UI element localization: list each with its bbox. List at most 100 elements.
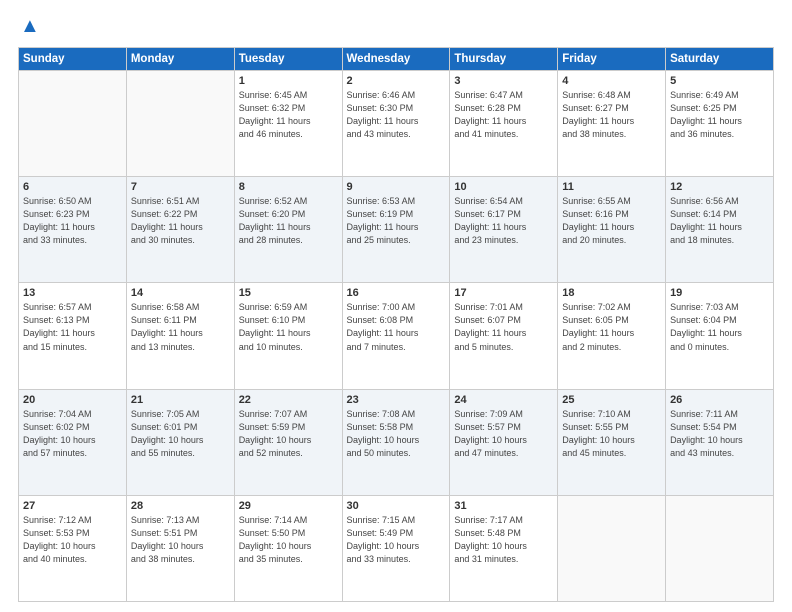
day-detail: Sunrise: 6:51 AM Sunset: 6:22 PM Dayligh…: [131, 195, 230, 247]
calendar-cell: 10 Sunrise: 6:54 AM Sunset: 6:17 PM Dayli…: [450, 177, 558, 283]
calendar-cell: [666, 495, 774, 601]
day-number: 29: [239, 500, 338, 512]
calendar-cell: 23 Sunrise: 7:08 AM Sunset: 5:58 PM Dayli…: [342, 389, 450, 495]
day-number: 27: [23, 500, 122, 512]
day-number: 8: [239, 181, 338, 193]
day-number: 26: [670, 394, 769, 406]
calendar-cell: 19 Sunrise: 7:03 AM Sunset: 6:04 PM Dayli…: [666, 283, 774, 389]
weekday-header: Thursday: [450, 48, 558, 71]
calendar-cell: 28Sunrise: 7:13 AM Sunset: 5:51 PM Dayli…: [126, 495, 234, 601]
day-detail: Sunrise: 7:03 AM Sunset: 6:04 PM Dayligh…: [670, 301, 769, 353]
day-detail: Sunrise: 7:09 AM Sunset: 5:57 PM Dayligh…: [454, 408, 553, 460]
day-detail: Sunrise: 7:01 AM Sunset: 6:07 PM Dayligh…: [454, 301, 553, 353]
calendar-cell: 7 Sunrise: 6:51 AM Sunset: 6:22 PM Daylig…: [126, 177, 234, 283]
calendar-cell: [19, 71, 127, 177]
day-detail: Sunrise: 6:48 AM Sunset: 6:27 PM Dayligh…: [562, 89, 661, 141]
weekday-header: Wednesday: [342, 48, 450, 71]
calendar-week-row: 13 Sunrise: 6:57 AM Sunset: 6:13 PM Dayli…: [19, 283, 774, 389]
day-detail: Sunrise: 7:07 AM Sunset: 5:59 PM Dayligh…: [239, 408, 338, 460]
day-detail: Sunrise: 6:52 AM Sunset: 6:20 PM Dayligh…: [239, 195, 338, 247]
calendar-cell: 26 Sunrise: 7:11 AM Sunset: 5:54 PM Dayli…: [666, 389, 774, 495]
calendar-cell: 20Sunrise: 7:04 AM Sunset: 6:02 PM Dayli…: [19, 389, 127, 495]
calendar-cell: 5 Sunrise: 6:49 AM Sunset: 6:25 PM Daylig…: [666, 71, 774, 177]
day-number: 2: [347, 75, 446, 87]
day-number: 3: [454, 75, 553, 87]
day-number: 24: [454, 394, 553, 406]
day-number: 19: [670, 287, 769, 299]
day-number: 9: [347, 181, 446, 193]
calendar-cell: 12 Sunrise: 6:56 AM Sunset: 6:14 PM Dayli…: [666, 177, 774, 283]
day-number: 10: [454, 181, 553, 193]
day-number: 4: [562, 75, 661, 87]
calendar-cell: 29 Sunrise: 7:14 AM Sunset: 5:50 PM Dayli…: [234, 495, 342, 601]
day-detail: Sunrise: 6:56 AM Sunset: 6:14 PM Dayligh…: [670, 195, 769, 247]
day-number: 13: [23, 287, 122, 299]
day-detail: Sunrise: 7:14 AM Sunset: 5:50 PM Dayligh…: [239, 514, 338, 566]
day-detail: Sunrise: 6:55 AM Sunset: 6:16 PM Dayligh…: [562, 195, 661, 247]
day-number: 7: [131, 181, 230, 193]
calendar-cell: 9Sunrise: 6:53 AM Sunset: 6:19 PM Daylig…: [342, 177, 450, 283]
day-number: 31: [454, 500, 553, 512]
page: ▲ SundayMondayTuesdayWednesdayThursdayFr…: [0, 0, 792, 612]
calendar-cell: 17 Sunrise: 7:01 AM Sunset: 6:07 PM Dayli…: [450, 283, 558, 389]
calendar-cell: 27 Sunrise: 7:12 AM Sunset: 5:53 PM Dayli…: [19, 495, 127, 601]
day-detail: Sunrise: 6:58 AM Sunset: 6:11 PM Dayligh…: [131, 301, 230, 353]
calendar-week-row: 1Sunrise: 6:45 AM Sunset: 6:32 PM Daylig…: [19, 71, 774, 177]
day-number: 21: [131, 394, 230, 406]
calendar-week-row: 27 Sunrise: 7:12 AM Sunset: 5:53 PM Dayli…: [19, 495, 774, 601]
day-number: 18: [562, 287, 661, 299]
day-number: 6: [23, 181, 122, 193]
calendar-cell: 1Sunrise: 6:45 AM Sunset: 6:32 PM Daylig…: [234, 71, 342, 177]
day-number: 12: [670, 181, 769, 193]
day-number: 11: [562, 181, 661, 193]
weekday-header: Friday: [558, 48, 666, 71]
day-number: 16: [347, 287, 446, 299]
calendar-cell: 15 Sunrise: 6:59 AM Sunset: 6:10 PM Dayli…: [234, 283, 342, 389]
calendar-cell: 30 Sunrise: 7:15 AM Sunset: 5:49 PM Dayli…: [342, 495, 450, 601]
calendar-cell: 14 Sunrise: 6:58 AM Sunset: 6:11 PM Dayli…: [126, 283, 234, 389]
day-detail: Sunrise: 6:49 AM Sunset: 6:25 PM Dayligh…: [670, 89, 769, 141]
day-number: 5: [670, 75, 769, 87]
day-detail: Sunrise: 6:54 AM Sunset: 6:17 PM Dayligh…: [454, 195, 553, 247]
day-number: 28: [131, 500, 230, 512]
day-detail: Sunrise: 7:11 AM Sunset: 5:54 PM Dayligh…: [670, 408, 769, 460]
calendar-cell: [558, 495, 666, 601]
weekday-header: Tuesday: [234, 48, 342, 71]
day-detail: Sunrise: 6:57 AM Sunset: 6:13 PM Dayligh…: [23, 301, 122, 353]
weekday-header: Monday: [126, 48, 234, 71]
header: ▲: [18, 15, 774, 37]
day-detail: Sunrise: 6:46 AM Sunset: 6:30 PM Dayligh…: [347, 89, 446, 141]
calendar-cell: 24 Sunrise: 7:09 AM Sunset: 5:57 PM Dayli…: [450, 389, 558, 495]
calendar-week-row: 6 Sunrise: 6:50 AM Sunset: 6:23 PM Daylig…: [19, 177, 774, 283]
day-number: 15: [239, 287, 338, 299]
day-number: 14: [131, 287, 230, 299]
day-number: 25: [562, 394, 661, 406]
calendar-cell: 11 Sunrise: 6:55 AM Sunset: 6:16 PM Dayli…: [558, 177, 666, 283]
calendar-cell: 31 Sunrise: 7:17 AM Sunset: 5:48 PM Dayli…: [450, 495, 558, 601]
day-number: 30: [347, 500, 446, 512]
day-number: 23: [347, 394, 446, 406]
day-detail: Sunrise: 7:02 AM Sunset: 6:05 PM Dayligh…: [562, 301, 661, 353]
day-detail: Sunrise: 7:05 AM Sunset: 6:01 PM Dayligh…: [131, 408, 230, 460]
day-detail: Sunrise: 7:00 AM Sunset: 6:08 PM Dayligh…: [347, 301, 446, 353]
calendar-cell: 25 Sunrise: 7:10 AM Sunset: 5:55 PM Dayli…: [558, 389, 666, 495]
calendar-cell: 2 Sunrise: 6:46 AM Sunset: 6:30 PM Daylig…: [342, 71, 450, 177]
day-detail: Sunrise: 7:17 AM Sunset: 5:48 PM Dayligh…: [454, 514, 553, 566]
calendar-cell: 22Sunrise: 7:07 AM Sunset: 5:59 PM Dayli…: [234, 389, 342, 495]
weekday-header: Sunday: [19, 48, 127, 71]
day-detail: Sunrise: 6:45 AM Sunset: 6:32 PM Dayligh…: [239, 89, 338, 141]
day-detail: Sunrise: 7:12 AM Sunset: 5:53 PM Dayligh…: [23, 514, 122, 566]
day-number: 17: [454, 287, 553, 299]
calendar-cell: 18 Sunrise: 7:02 AM Sunset: 6:05 PM Dayli…: [558, 283, 666, 389]
day-detail: Sunrise: 6:50 AM Sunset: 6:23 PM Dayligh…: [23, 195, 122, 247]
day-detail: Sunrise: 7:15 AM Sunset: 5:49 PM Dayligh…: [347, 514, 446, 566]
logo: ▲: [18, 15, 40, 37]
day-detail: Sunrise: 7:10 AM Sunset: 5:55 PM Dayligh…: [562, 408, 661, 460]
day-detail: Sunrise: 6:47 AM Sunset: 6:28 PM Dayligh…: [454, 89, 553, 141]
day-detail: Sunrise: 6:59 AM Sunset: 6:10 PM Dayligh…: [239, 301, 338, 353]
calendar-cell: 6 Sunrise: 6:50 AM Sunset: 6:23 PM Daylig…: [19, 177, 127, 283]
day-detail: Sunrise: 7:08 AM Sunset: 5:58 PM Dayligh…: [347, 408, 446, 460]
calendar-cell: 3 Sunrise: 6:47 AM Sunset: 6:28 PM Daylig…: [450, 71, 558, 177]
calendar-cell: 4 Sunrise: 6:48 AM Sunset: 6:27 PM Daylig…: [558, 71, 666, 177]
calendar-week-row: 20Sunrise: 7:04 AM Sunset: 6:02 PM Dayli…: [19, 389, 774, 495]
